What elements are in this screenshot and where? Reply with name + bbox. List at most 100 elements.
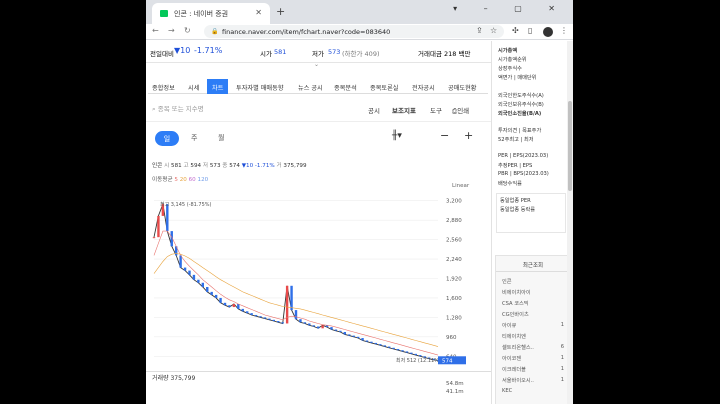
recent-item[interactable]: CG인바이츠 — [502, 311, 529, 318]
naver-favicon-icon — [160, 10, 168, 17]
recent-item[interactable]: 아이코젠 — [502, 355, 521, 362]
tab-overview[interactable]: 종합정보 — [152, 83, 175, 92]
url-text: finance.naver.com/item/fchart.naver?code… — [222, 28, 391, 36]
tab-quote[interactable]: 시세 — [188, 83, 199, 92]
collapse-chevron-icon[interactable]: ⌄ — [314, 61, 319, 68]
stock-name: 인콘 — [152, 163, 163, 169]
period-day[interactable]: 일 — [155, 131, 179, 146]
forward-icon[interactable]: → — [168, 26, 175, 35]
candle — [237, 304, 240, 309]
max-price-label: 최고 3,145 (-81.75%) — [160, 201, 212, 208]
sidebar-foreign-limit: 외국인한도주식수(A) — [498, 93, 544, 99]
scrollbar-thumb[interactable] — [568, 101, 572, 191]
recent-item[interactable]: 서울바이오시.. — [502, 377, 534, 384]
recent-item[interactable]: 이크레더블 — [502, 366, 526, 373]
candle — [206, 287, 209, 292]
candle — [214, 294, 218, 298]
candle — [254, 314, 258, 317]
candle — [157, 215, 160, 238]
candle — [241, 308, 244, 312]
print-button[interactable]: ⎙인쇄 — [452, 105, 469, 116]
candle — [228, 305, 231, 308]
reload-icon[interactable]: ↻ — [184, 26, 191, 35]
page-scrollbar[interactable] — [567, 41, 573, 404]
sector-per-box: 동일업종 PER 동일업종 등락률 — [496, 193, 566, 233]
candle — [197, 279, 200, 283]
value-label: 거래대금 — [418, 50, 442, 58]
candle — [361, 338, 364, 341]
notice-button[interactable]: 공시 — [368, 105, 380, 115]
recent-item[interactable]: CSA 코스믹 — [502, 300, 529, 307]
candle — [232, 304, 236, 308]
sidebar-per: PER | EPS(2023.03) — [498, 153, 549, 159]
tab-discussion[interactable]: 종목토론실 — [370, 83, 398, 92]
price-chart[interactable]: 3,2002,8802,5602,2401,9201,6001,28096064… — [146, 191, 491, 371]
ma-label: 이동평균 — [152, 177, 173, 183]
recent-item[interactable]: 셀트리온헬스.. — [502, 344, 534, 351]
recent-item[interactable]: 아이큐 — [502, 322, 516, 329]
candle — [343, 331, 347, 335]
share-icon[interactable]: ⇪ — [476, 26, 483, 35]
candle — [405, 351, 409, 353]
url-field[interactable]: 🔒 finance.naver.com/item/fchart.naver?co… — [204, 25, 504, 38]
search-input[interactable]: 종목 또는 지수명 — [158, 105, 204, 113]
zoom-out-icon[interactable]: − — [440, 129, 449, 142]
sidepanel-icon[interactable]: ▯ — [528, 26, 532, 35]
ohlc-high-label: 고 — [183, 163, 189, 169]
profile-avatar[interactable] — [543, 27, 553, 37]
browser-tab[interactable]: 인콘 : 네이버 증권 ✕ — [152, 3, 270, 24]
recent-item[interactable]: 티에이치엔 — [502, 333, 526, 340]
new-tab-icon[interactable]: + — [276, 5, 285, 18]
recent-item[interactable]: 인콘 — [502, 278, 512, 285]
tab-chart[interactable]: 차트 — [207, 79, 229, 94]
window-controls[interactable]: ▾ – ▢ ✕ — [453, 4, 567, 13]
period-month[interactable]: 월 — [218, 133, 224, 143]
tools-button[interactable]: 도구 — [430, 105, 442, 115]
candle — [410, 352, 413, 354]
menu-icon[interactable]: ⋮ — [560, 26, 568, 35]
tab-investor-trading[interactable]: 투자자별 매매동향 — [236, 83, 284, 92]
tab-short-selling[interactable]: 공매도현황 — [448, 83, 476, 92]
sidebar-par-value: 액면가 | 매매단위 — [498, 75, 537, 81]
low-label: 저가 — [312, 50, 324, 58]
sidebar-est-per: 추정PER | EPS — [498, 163, 533, 169]
open-label: 시가 — [260, 50, 272, 58]
min-price-label: 최저 512 (12.11%) — [396, 357, 441, 364]
recent-item[interactable]: 비에이치아이 — [502, 289, 531, 296]
y-tick-label: 2,240 — [446, 257, 462, 263]
back-icon[interactable]: ← — [152, 26, 159, 35]
candle — [396, 348, 400, 351]
prev-label: 전일대비 — [150, 50, 174, 58]
candle — [370, 341, 373, 343]
chart-search[interactable]: ⌕ 종목 또는 지수명 — [152, 103, 204, 114]
close-tab-icon[interactable]: ✕ — [255, 8, 262, 17]
candle — [303, 322, 307, 324]
candle — [201, 282, 205, 288]
candle — [299, 319, 302, 323]
candle-type-icon[interactable]: ╫▾ — [392, 131, 402, 141]
change-percent: -1.71% — [194, 46, 223, 55]
recent-views-panel: 최근조회 인콘 비에이치아이 CSA 코스믹 CG인바이츠 아이큐 1 티에이치엔 셀트리온헬… — [495, 255, 571, 404]
candle — [339, 330, 342, 332]
volume-value: 375,799 — [170, 375, 196, 382]
moving-average-legend: 이동평균 5 20 60 120 — [152, 175, 208, 183]
extensions-icon[interactable]: ✣ — [512, 26, 519, 35]
trade-value: 218 백만 — [444, 50, 471, 58]
recent-item[interactable]: KEC — [502, 388, 512, 394]
tab-analysis[interactable]: 종목분석 — [334, 83, 357, 92]
indicators-button[interactable]: 보조지표 — [392, 105, 416, 115]
zoom-in-icon[interactable]: + — [464, 129, 473, 142]
ohlc-volume-label: 거 — [276, 163, 282, 169]
tab-news-notice[interactable]: 뉴스 공시 — [298, 83, 323, 92]
sidebar-foreign-ratio: 외국인소진율(B/A) — [498, 111, 542, 117]
period-week[interactable]: 주 — [191, 133, 197, 143]
ohlc-close-label: 종 — [222, 163, 228, 169]
sector-per: 동일업종 PER — [500, 198, 531, 204]
candle — [419, 355, 422, 357]
bookmark-star-icon[interactable]: ☆ — [490, 26, 497, 35]
ma-120: 120 — [197, 177, 209, 183]
y-tick-label: 960 — [446, 335, 457, 341]
candle — [272, 319, 276, 322]
y-tick-label: 1,600 — [446, 296, 462, 302]
tab-disclosure[interactable]: 전자공시 — [412, 83, 435, 92]
